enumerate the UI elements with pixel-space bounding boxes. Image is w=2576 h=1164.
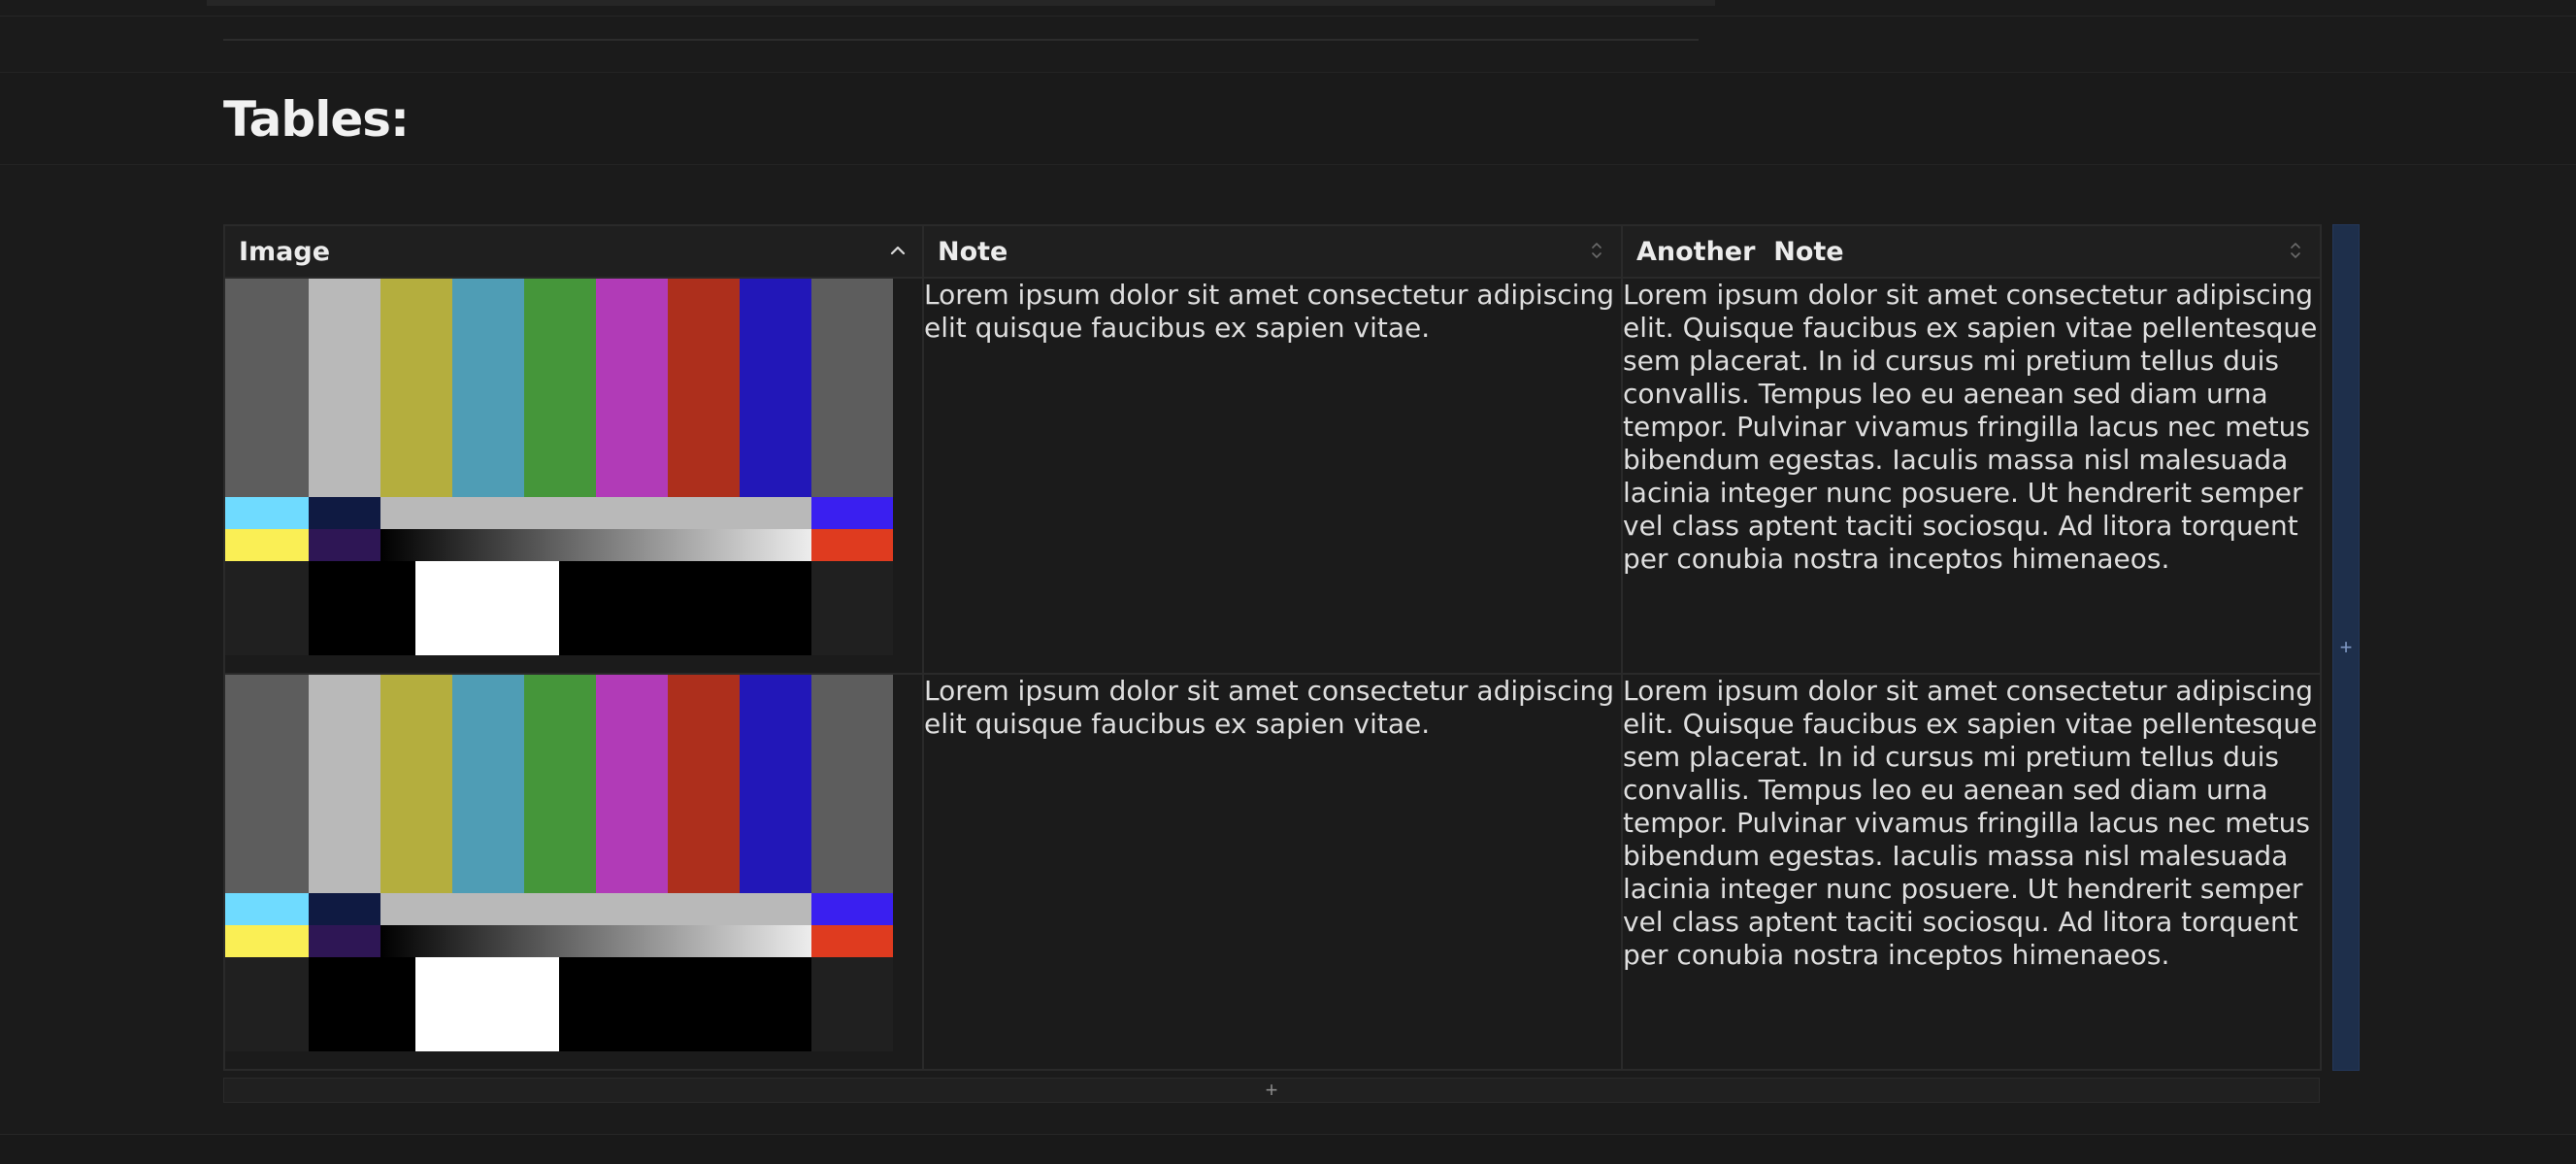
column-header-image[interactable]: Image — [223, 224, 924, 279]
image-cell[interactable] — [223, 673, 924, 1071]
sort-updown-icon[interactable] — [2285, 236, 2306, 265]
another-note-cell[interactable]: Lorem ipsum dolor sit amet consectetur a… — [1621, 277, 2322, 675]
note-cell[interactable]: Lorem ipsum dolor sit amet consectetur a… — [922, 673, 1623, 1071]
add-row-button[interactable]: + — [223, 1078, 2320, 1103]
table-header-row: Image Note Another Note — [223, 224, 2322, 279]
table-row: Lorem ipsum dolor sit amet consectetur a… — [223, 673, 2322, 1071]
sort-updown-icon[interactable] — [1586, 236, 1607, 265]
page-title: Tables: — [223, 91, 410, 148]
another-note-cell[interactable]: Lorem ipsum dolor sit amet consectetur a… — [1621, 673, 2322, 1071]
test-card-image — [225, 675, 893, 1051]
divider — [223, 39, 1699, 41]
test-card-image — [225, 279, 893, 655]
plus-icon: + — [1265, 1078, 1278, 1102]
table-row: Lorem ipsum dolor sit amet consectetur a… — [223, 277, 2322, 675]
top-bar-shade — [207, 0, 1715, 6]
image-cell[interactable] — [223, 277, 924, 675]
data-table: Image Note Another Note Lorem ipsum dolo… — [223, 224, 2322, 1071]
column-header-label: Image — [239, 237, 331, 267]
plus-icon: + — [2339, 635, 2353, 659]
chevron-up-icon[interactable] — [887, 236, 908, 265]
column-header-note[interactable]: Note — [922, 224, 1623, 279]
column-header-label: Another Note — [1636, 237, 1844, 267]
add-column-button[interactable]: + — [2332, 224, 2360, 1071]
column-header-another-note[interactable]: Another Note — [1621, 224, 2322, 279]
note-cell[interactable]: Lorem ipsum dolor sit amet consectetur a… — [922, 277, 1623, 675]
bottom-band — [0, 1134, 2576, 1164]
column-header-label: Note — [938, 237, 1008, 267]
table-block: Image Note Another Note Lorem ipsum dolo… — [223, 224, 2360, 1103]
